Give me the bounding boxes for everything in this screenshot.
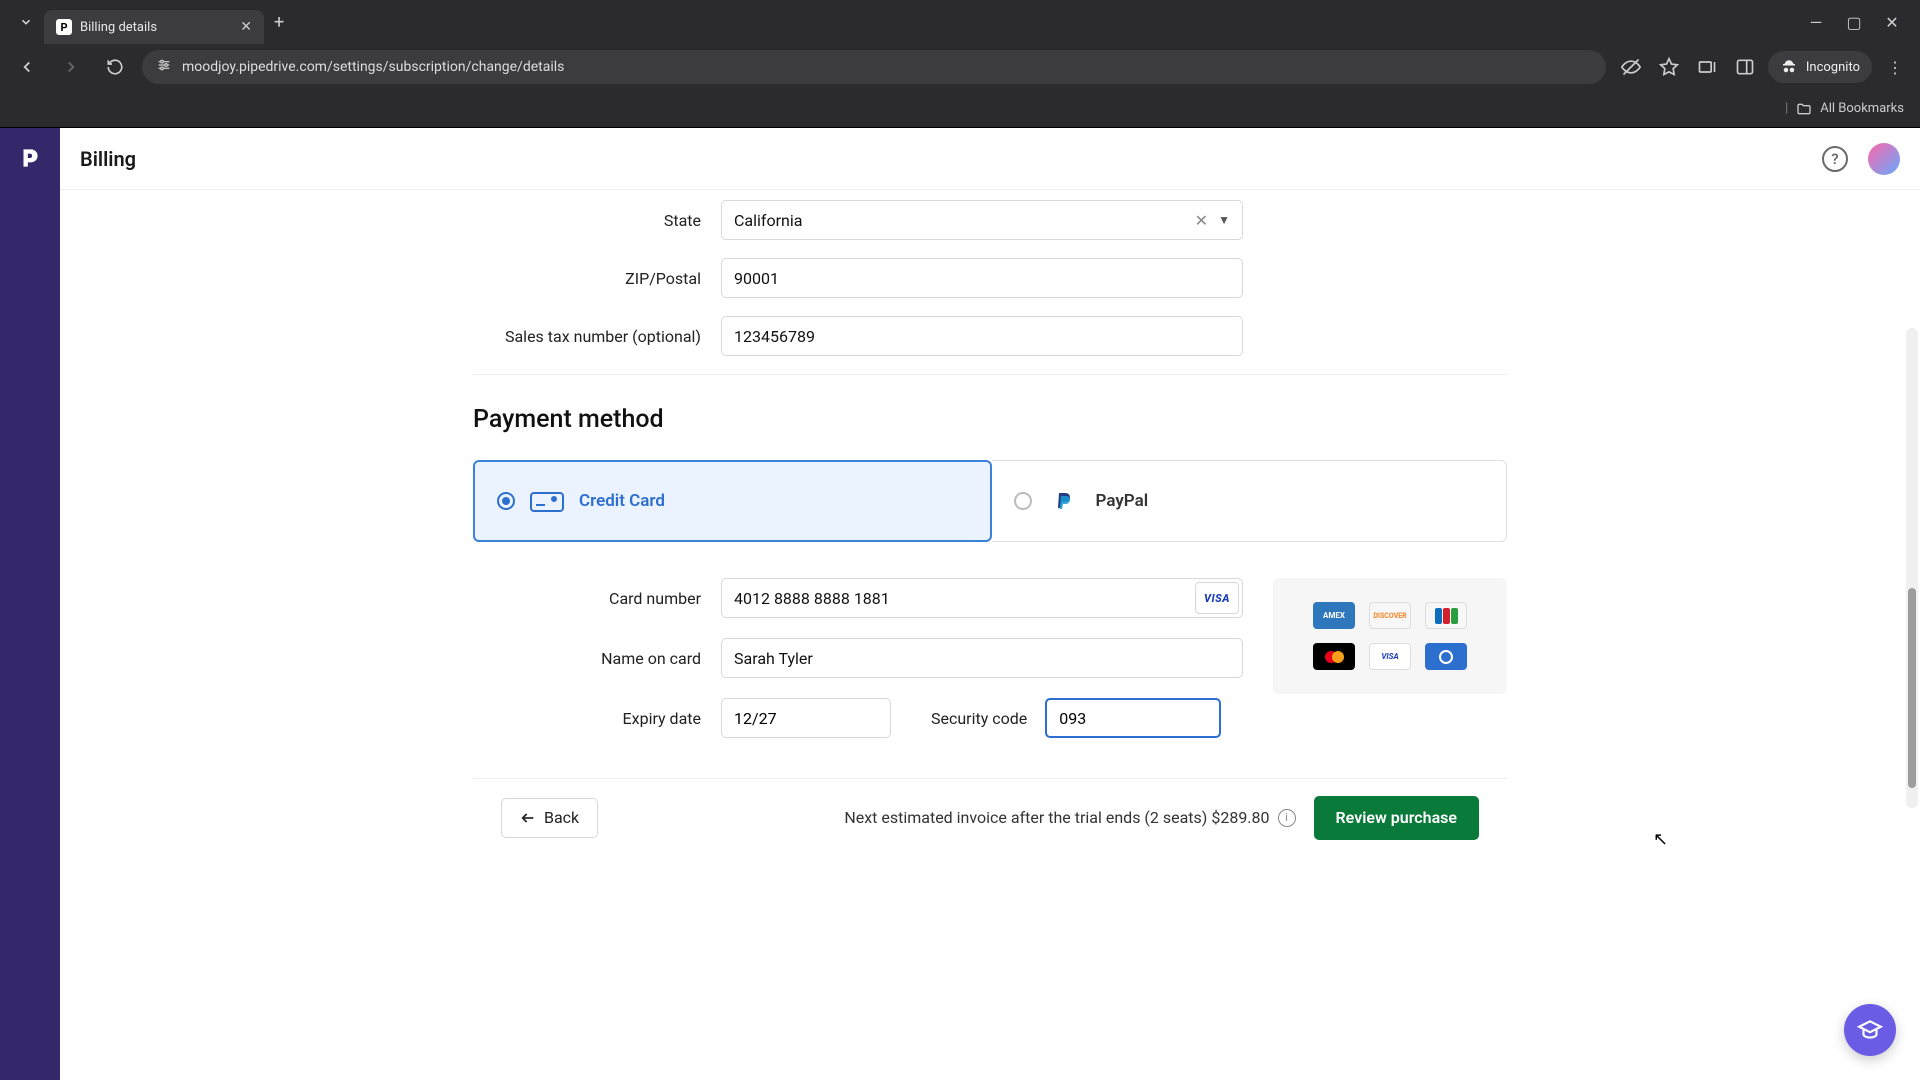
card-number-input[interactable]: 4012 8888 8888 1881 [721, 578, 1243, 618]
payment-option-credit-card[interactable]: Credit Card [473, 460, 992, 542]
browser-menu-icon[interactable]: ⋮ [1880, 52, 1910, 82]
zip-value: 90001 [734, 269, 779, 288]
tab-title: Billing details [80, 20, 232, 35]
discover-icon: DISCOVER [1369, 602, 1411, 629]
incognito-chip[interactable]: Incognito [1768, 51, 1872, 83]
scrollbar[interactable] [1906, 328, 1918, 808]
payment-method-options: Credit Card PayPal [473, 460, 1507, 542]
tracking-protection-icon[interactable] [1616, 52, 1646, 82]
expiry-input[interactable]: 12/27 [721, 698, 891, 738]
bookmark-star-icon[interactable] [1654, 52, 1684, 82]
nav-forward-button[interactable] [54, 50, 88, 84]
name-on-card-label: Name on card [473, 649, 721, 668]
graduation-cap-icon [1857, 1017, 1883, 1043]
review-purchase-button[interactable]: Review purchase [1314, 796, 1479, 840]
tax-input[interactable]: 123456789 [721, 316, 1243, 356]
paypal-icon [1046, 489, 1082, 513]
paypal-label: PayPal [1096, 491, 1149, 511]
app-header: Billing ? [60, 128, 1920, 190]
state-value: California [734, 211, 802, 230]
divider [473, 374, 1507, 375]
payment-method-title: Payment method [473, 405, 1507, 434]
cvv-value: 093 [1059, 709, 1086, 728]
tax-label: Sales tax number (optional) [473, 327, 721, 346]
back-button[interactable]: Back [501, 798, 598, 838]
divider: | [1785, 101, 1788, 116]
card-number-label: Card number [473, 589, 721, 608]
nav-reload-button[interactable] [98, 50, 132, 84]
avatar[interactable] [1868, 143, 1900, 175]
site-settings-icon[interactable] [156, 57, 172, 77]
side-panel-icon[interactable] [1730, 52, 1760, 82]
scroll-thumb[interactable] [1908, 588, 1916, 788]
cvv-input[interactable]: 093 [1045, 698, 1221, 738]
browser-tab[interactable]: P Billing details ✕ [44, 10, 264, 44]
credit-card-icon [529, 489, 565, 513]
tab-close-icon[interactable]: ✕ [240, 19, 252, 35]
media-control-icon[interactable] [1692, 52, 1722, 82]
app-logo[interactable] [16, 144, 44, 172]
expiry-security-row: Expiry date 12/27 Security code 093 [473, 698, 1243, 738]
zip-input[interactable]: 90001 [721, 258, 1243, 298]
content-scroll[interactable]: State California ✕ ▼ ZIP/Postal 90001 Sa… [60, 190, 1920, 1080]
window-minimize[interactable]: — [1806, 13, 1826, 32]
browser-tab-bar: P Billing details ✕ + — ▢ ✕ [0, 0, 1920, 44]
diners-icon [1425, 643, 1467, 670]
credit-card-label: Credit Card [579, 491, 665, 511]
cursor-icon: ↖ [1653, 829, 1668, 850]
tab-favicon: P [56, 19, 72, 35]
page-title: Billing [80, 147, 136, 171]
name-on-card-row: Name on card Sarah Tyler [473, 638, 1243, 678]
tax-row: Sales tax number (optional) 123456789 [473, 316, 1507, 356]
expiry-label: Expiry date [473, 709, 721, 728]
radio-icon [497, 492, 515, 510]
state-row: State California ✕ ▼ [473, 200, 1507, 240]
name-on-card-value: Sarah Tyler [734, 649, 813, 668]
app-root: Billing ? State California ✕ ▼ [0, 128, 1920, 1080]
nav-back-button[interactable] [10, 50, 44, 84]
amex-icon: AMEX [1313, 602, 1355, 629]
url-input[interactable]: moodjoy.pipedrive.com/settings/subscript… [142, 50, 1606, 84]
learning-fab[interactable] [1844, 1004, 1896, 1056]
radio-icon [1014, 492, 1032, 510]
mastercard-icon [1313, 643, 1355, 670]
info-icon[interactable]: i [1278, 809, 1296, 827]
zip-label: ZIP/Postal [473, 269, 721, 288]
browser-address-bar: moodjoy.pipedrive.com/settings/subscript… [0, 44, 1920, 90]
visa-icon: VISA [1369, 643, 1411, 670]
card-type-badge: VISA [1195, 582, 1239, 614]
all-bookmarks-link[interactable]: All Bookmarks [1820, 101, 1904, 116]
zip-row: ZIP/Postal 90001 [473, 258, 1507, 298]
back-label: Back [544, 808, 579, 827]
name-on-card-input[interactable]: Sarah Tyler [721, 638, 1243, 678]
state-label: State [473, 211, 721, 230]
url-text: moodjoy.pipedrive.com/settings/subscript… [182, 59, 564, 75]
cvv-label: Security code [931, 709, 1027, 728]
incognito-label: Incognito [1806, 60, 1860, 75]
card-number-row: Card number 4012 8888 8888 1881 VISA [473, 578, 1243, 618]
clear-icon[interactable]: ✕ [1195, 211, 1208, 230]
window-close[interactable]: ✕ [1882, 13, 1902, 32]
footer-bar: Back Next estimated invoice after the tr… [473, 778, 1507, 856]
folder-icon [1796, 101, 1812, 117]
state-select[interactable]: California ✕ ▼ [721, 200, 1243, 240]
tax-value: 123456789 [734, 327, 815, 346]
estimate-text: Next estimated invoice after the trial e… [844, 808, 1295, 827]
new-tab-button[interactable]: + [264, 12, 294, 33]
tablist-dropdown[interactable] [8, 4, 44, 40]
help-icon[interactable]: ? [1822, 146, 1848, 172]
window-maximize[interactable]: ▢ [1844, 13, 1864, 32]
app-sidebar [0, 128, 60, 1080]
jcb-icon [1425, 602, 1467, 629]
accepted-cards-panel: AMEX DISCOVER [1273, 578, 1507, 694]
bookmarks-bar: | All Bookmarks [0, 90, 1920, 128]
expiry-value: 12/27 [734, 709, 777, 728]
card-number-value: 4012 8888 8888 1881 [734, 589, 890, 608]
chevron-down-icon[interactable]: ▼ [1218, 213, 1230, 227]
arrow-left-icon [520, 810, 536, 826]
payment-option-paypal[interactable]: PayPal [992, 460, 1508, 542]
